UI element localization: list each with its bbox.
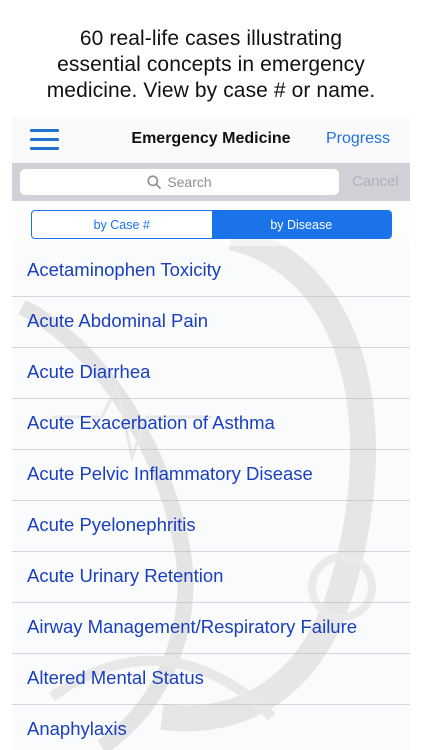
list-item[interactable]: Acute Exacerbation of Asthma xyxy=(12,399,410,450)
list-item-label: Acute Urinary Retention xyxy=(27,565,224,586)
caption-line-2: essential concepts in emergency xyxy=(57,53,365,76)
list-item[interactable]: Acute Diarrhea xyxy=(12,348,410,399)
list-item[interactable]: Acute Pyelonephritis xyxy=(12,501,410,552)
list-item-label: Acute Exacerbation of Asthma xyxy=(27,412,275,433)
search-placeholder: Search xyxy=(167,174,212,190)
segment-by-case[interactable]: by Case # xyxy=(32,211,212,238)
list-item-label: Acute Diarrhea xyxy=(27,361,151,382)
progress-button[interactable]: Progress xyxy=(326,130,390,148)
app-screen: Emergency Medicine Progress Search Cance… xyxy=(12,117,410,750)
sort-segmented-control: by Case # by Disease xyxy=(31,210,392,239)
caption-line-1: 60 real-life cases illustrating xyxy=(79,27,343,50)
list-item-label: Acute Pelvic Inflammatory Disease xyxy=(27,463,313,484)
list-item-label: Acute Pyelonephritis xyxy=(27,514,196,535)
list-item[interactable]: Acute Urinary Retention xyxy=(12,552,410,603)
list-item[interactable]: Acute Abdominal Pain xyxy=(12,297,410,348)
search-icon xyxy=(147,175,162,189)
list-item[interactable]: Altered Mental Status xyxy=(12,654,410,705)
list-item[interactable]: Anaphylaxis xyxy=(12,705,410,750)
navigation-bar: Emergency Medicine Progress xyxy=(12,117,410,164)
list-item-label: Anaphylaxis xyxy=(27,718,127,739)
caption-line-3: medicine. View by case # or name. xyxy=(46,79,376,102)
list-item-label: Acute Abdominal Pain xyxy=(27,310,209,331)
list-item-label: Acetaminophen Toxicity xyxy=(27,259,222,280)
hamburger-menu-icon[interactable] xyxy=(30,129,59,151)
search-cancel-button[interactable]: Cancel xyxy=(352,173,399,190)
search-input[interactable]: Search xyxy=(20,169,339,195)
case-list: Acetaminophen Toxicity Acute Abdominal P… xyxy=(12,246,410,750)
list-item[interactable]: Airway Management/Respiratory Failure xyxy=(12,603,410,654)
segment-bar: by Case # by Disease xyxy=(12,201,410,246)
app-store-caption: 60 real-life cases illustrating essentia… xyxy=(0,26,422,104)
list-item[interactable]: Acute Pelvic Inflammatory Disease xyxy=(12,450,410,501)
search-bar: Search Cancel xyxy=(12,163,410,201)
list-item-label: Airway Management/Respiratory Failure xyxy=(27,616,358,637)
list-item[interactable]: Acetaminophen Toxicity xyxy=(12,246,410,297)
list-item-label: Altered Mental Status xyxy=(27,667,204,688)
segment-by-disease[interactable]: by Disease xyxy=(211,211,391,238)
